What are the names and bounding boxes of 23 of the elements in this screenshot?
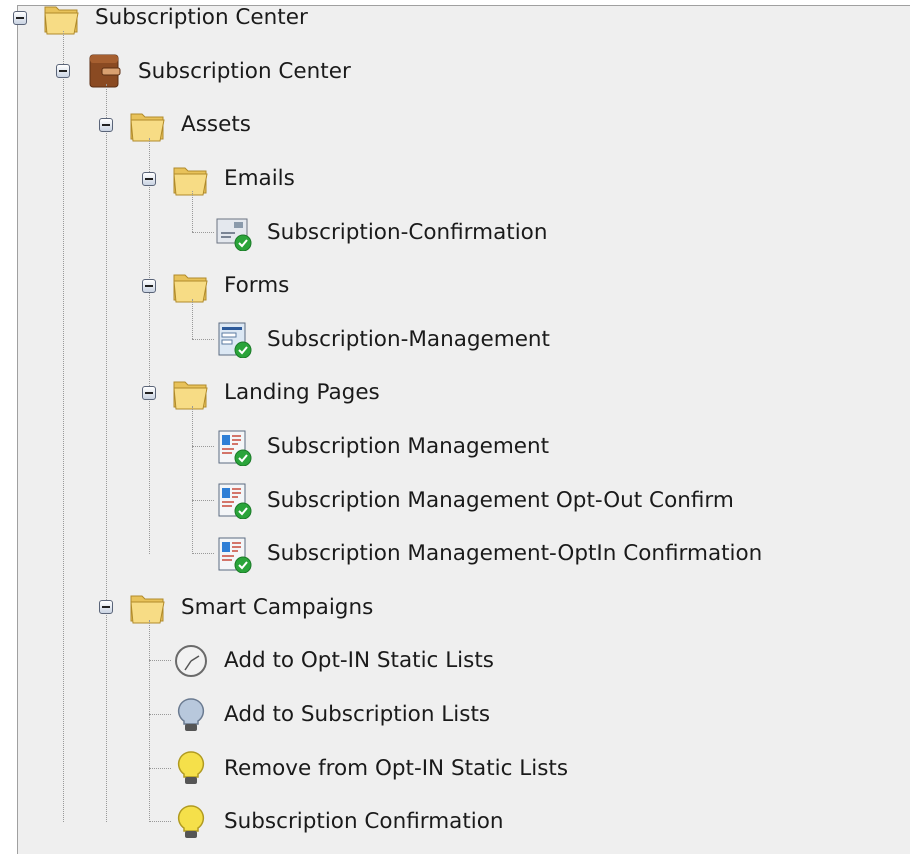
collapse-toggle[interactable] (99, 600, 113, 614)
collapse-toggle[interactable] (99, 118, 113, 132)
tree-item-label[interactable]: Subscription Confirmation (224, 809, 504, 834)
tree-item-label[interactable]: Subscription-Management (267, 326, 550, 352)
tree-item-label[interactable]: Add to Opt-IN Static Lists (224, 648, 494, 674)
tree-item-label[interactable]: Forms (224, 273, 290, 298)
collapse-toggle[interactable] (56, 64, 70, 78)
tree-item-label[interactable]: Subscription Center (95, 5, 308, 30)
collapse-toggle[interactable] (142, 386, 156, 400)
tree-item-label[interactable]: Remove from Opt-IN Static Lists (224, 756, 568, 781)
collapse-toggle[interactable] (142, 278, 156, 293)
collapse-toggle[interactable] (13, 10, 27, 25)
tree-item-label[interactable]: Subscription-Confirmation (267, 220, 548, 245)
tree-item-label[interactable]: Subscription Center (138, 58, 351, 84)
tree-item-label[interactable]: Subscription Management-OptIn Confirmation (267, 541, 762, 566)
tree-item-label[interactable]: Assets (181, 112, 251, 138)
tree-item-label[interactable]: Subscription Management (267, 434, 550, 460)
collapse-toggle[interactable] (142, 172, 156, 186)
tree-item-label[interactable]: Landing Pages (224, 380, 380, 406)
tree-item-label[interactable]: Subscription Management Opt-Out Confirm (267, 488, 734, 513)
tree-item-label[interactable]: Smart Campaigns (181, 594, 374, 620)
tree-item-label[interactable]: Add to Subscription Lists (224, 702, 490, 728)
tree-item-label[interactable]: Emails (224, 166, 295, 192)
